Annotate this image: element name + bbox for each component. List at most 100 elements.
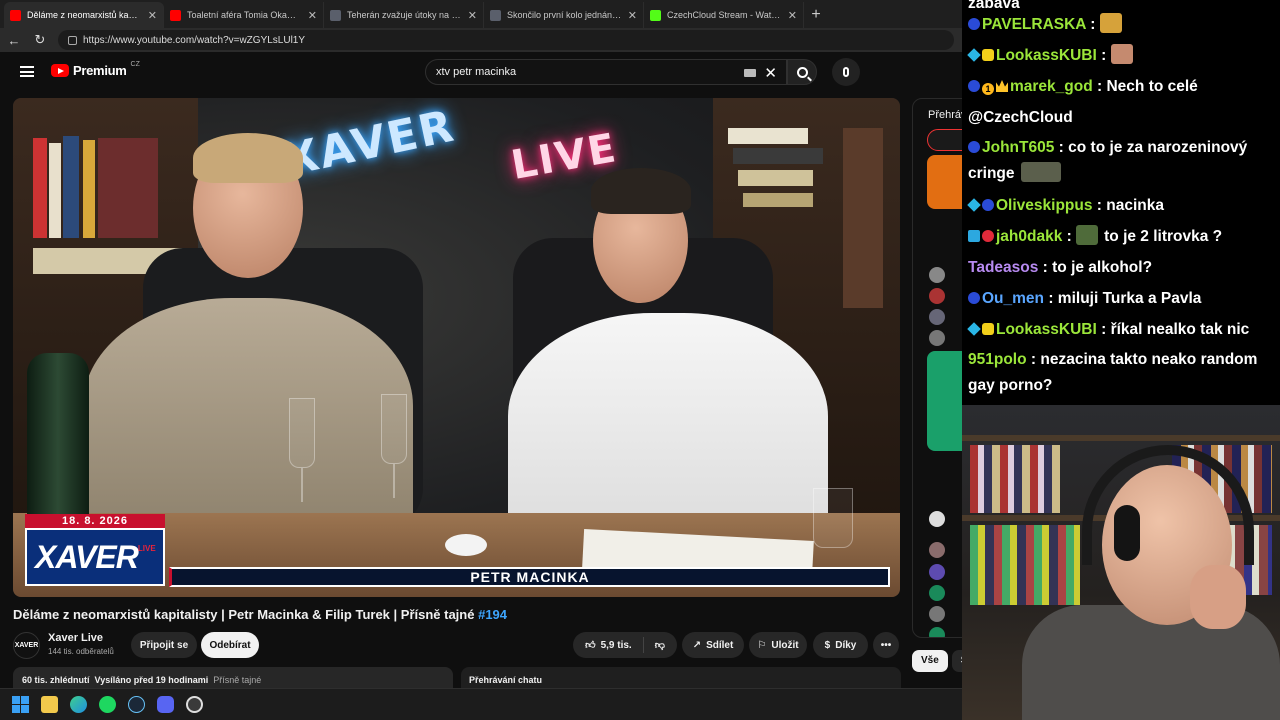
close-tab-icon[interactable]: ✕ [788,9,797,22]
logo-text: XAVER [35,538,139,575]
address-bar: ← ↻ https://www.youtube.com/watch?v=wZGY… [0,28,962,52]
chat-separator: : [1038,259,1053,276]
tab-label: CzechCloud Stream - Watch Live o [667,10,782,20]
hashtag-link[interactable]: #194 [478,607,507,622]
country-code: CZ [130,61,140,68]
broadcast-date: 18. 8. 2026 [25,514,165,528]
browser-tab[interactable]: Teherán zvažuje útoky na vojensk ✕ [324,2,484,28]
save-label: Uložit [771,639,799,651]
more-actions-button[interactable]: ••• [873,632,899,658]
chat-username[interactable]: LookassKUBI [996,321,1097,338]
spotify-icon[interactable] [99,696,116,713]
chat-separator: : [1026,351,1041,368]
video-player[interactable]: XAVER LIVE 18. 8. 2026 XAVER LIVE PETR M… [13,98,900,597]
chip-next[interactable]: S [951,650,962,672]
share-button[interactable]: ↗ Sdílet [682,632,744,658]
chat-message: Ou_men : miluji Turka a Pavla [968,283,1274,314]
close-tab-icon[interactable]: ✕ [468,9,477,22]
gold-badge-icon: 1 [982,83,994,95]
thanks-button[interactable]: $ Díky [813,632,868,658]
logo-live: LIVE [137,544,156,553]
search-button[interactable] [787,59,817,85]
thumbs-down-icon: 👎︎ [654,640,665,651]
chat-username[interactable]: Oliveskippus [996,197,1092,214]
brand-label: Premium [73,63,127,78]
save-button[interactable]: ⚐ Uložit [749,632,807,658]
avatar [929,606,945,622]
prime-badge-icon [968,230,980,242]
chat-username[interactable]: JohnT605 [982,139,1054,156]
emote-icon [1076,225,1099,245]
chat-replay-header[interactable]: Přehrávání chatu [461,667,901,688]
close-tab-icon[interactable]: ✕ [308,9,317,22]
champagne-glass [289,398,315,468]
clear-search-icon[interactable]: ✕ [764,64,777,82]
steam-icon[interactable] [128,696,145,713]
stream-chat-overlay: zabava PAVELRASKA : LookassKUBI : 1 marek… [962,0,1280,405]
chat-username[interactable]: Tadeasos [968,259,1038,276]
join-button[interactable]: Připojit se [131,632,197,658]
book [63,136,79,238]
chat-username[interactable]: marek_god [1010,78,1093,95]
channel-avatar[interactable]: XAVER [13,632,40,659]
chat-username[interactable]: Ou_men [982,290,1044,307]
video-title: Děláme z neomarxistů kapitalisty | Petr … [13,607,893,622]
emote-icon [1099,13,1122,33]
youtube-header: Premium CZ xtv petr macinka ✕ [0,52,962,92]
browser-tab[interactable]: Děláme z neomarxistů kapitalistu ✕ [4,2,164,28]
keyboard-icon[interactable] [744,69,756,77]
chat-replay-panel[interactable]: Přehrávání chatu [912,98,962,638]
reload-icon[interactable]: ↻ [32,32,48,48]
blue-badge-icon [968,141,980,153]
chat-username[interactable]: 951polo [968,351,1027,368]
voice-search-button[interactable] [832,58,860,86]
youtube-favicon-icon [170,9,181,21]
tab-label: Skončilo první kolo jednání minist [507,10,622,20]
chat-username[interactable]: jah0dakk [996,228,1062,245]
close-tab-icon[interactable]: ✕ [628,9,637,22]
tab-label: Toaletní aféra Tomia Okamury. Co [187,10,302,20]
obs-icon[interactable] [186,696,203,713]
news-favicon-icon [330,9,341,21]
browser-tab[interactable]: Toaletní aféra Tomia Okamury. Co ✕ [164,2,324,28]
menu-hamburger-icon[interactable] [20,66,34,77]
browser-tab[interactable]: CzechCloud Stream - Watch Live o ✕ [644,2,804,28]
chat-separator: : [1054,139,1069,156]
book [83,140,95,238]
chat-username[interactable]: LookassKUBI [996,47,1097,64]
dislike-button[interactable]: 👎︎ [655,639,665,651]
search-input[interactable]: xtv petr macinka ✕ [425,59,787,85]
red-badge-icon [982,230,994,242]
chat-text: říkal nealko tak nic [1110,321,1250,338]
chat-username[interactable]: PAVELRASKA [982,16,1086,33]
back-arrow-icon[interactable]: ← [6,33,22,48]
url-field[interactable]: https://www.youtube.com/watch?v=wZGYLsLU… [58,30,954,50]
playlist-name[interactable]: Přísně tajné [213,675,261,685]
chat-message: LookassKUBI : říkal nealko tak nic [967,314,1274,345]
site-info-icon[interactable] [68,35,77,45]
discord-icon[interactable] [157,696,174,713]
subscribe-button[interactable]: Odebírat [201,632,259,658]
pinned-badge [927,129,962,151]
edge-icon[interactable] [70,696,87,713]
browser-tabbar: Děláme z neomarxistů kapitalistu ✕ Toale… [0,0,962,28]
avatar [929,627,945,637]
chat-message: Tadeasos : to je alkohol? [968,252,1274,283]
windows-start-icon[interactable] [12,696,29,713]
new-tab-button[interactable]: + [804,2,828,28]
url-text: https://www.youtube.com/watch?v=wZGYLsLU… [83,34,306,46]
like-button[interactable]: 👍︎ 5,9 tis. [585,639,632,652]
chat-separator: : [1062,228,1077,245]
chat-message-partial: zabava [968,0,1020,9]
streamed-time: Vysíláno před 19 hodinami [94,675,209,685]
file-explorer-icon[interactable] [41,696,58,713]
youtube-logo[interactable]: Premium CZ [51,61,140,78]
close-tab-icon[interactable]: ✕ [148,9,157,22]
thanks-label: Díky [835,639,857,651]
search-value: xtv petr macinka [436,66,517,78]
windows-taskbar [0,688,962,720]
chip-all[interactable]: Vše [912,650,948,672]
channel-name[interactable]: Xaver Live [48,632,103,644]
description-box[interactable]: 60 tis. zhlédnutí Vysíláno před 19 hodin… [13,667,453,688]
browser-tab[interactable]: Skončilo první kolo jednání minist ✕ [484,2,644,28]
